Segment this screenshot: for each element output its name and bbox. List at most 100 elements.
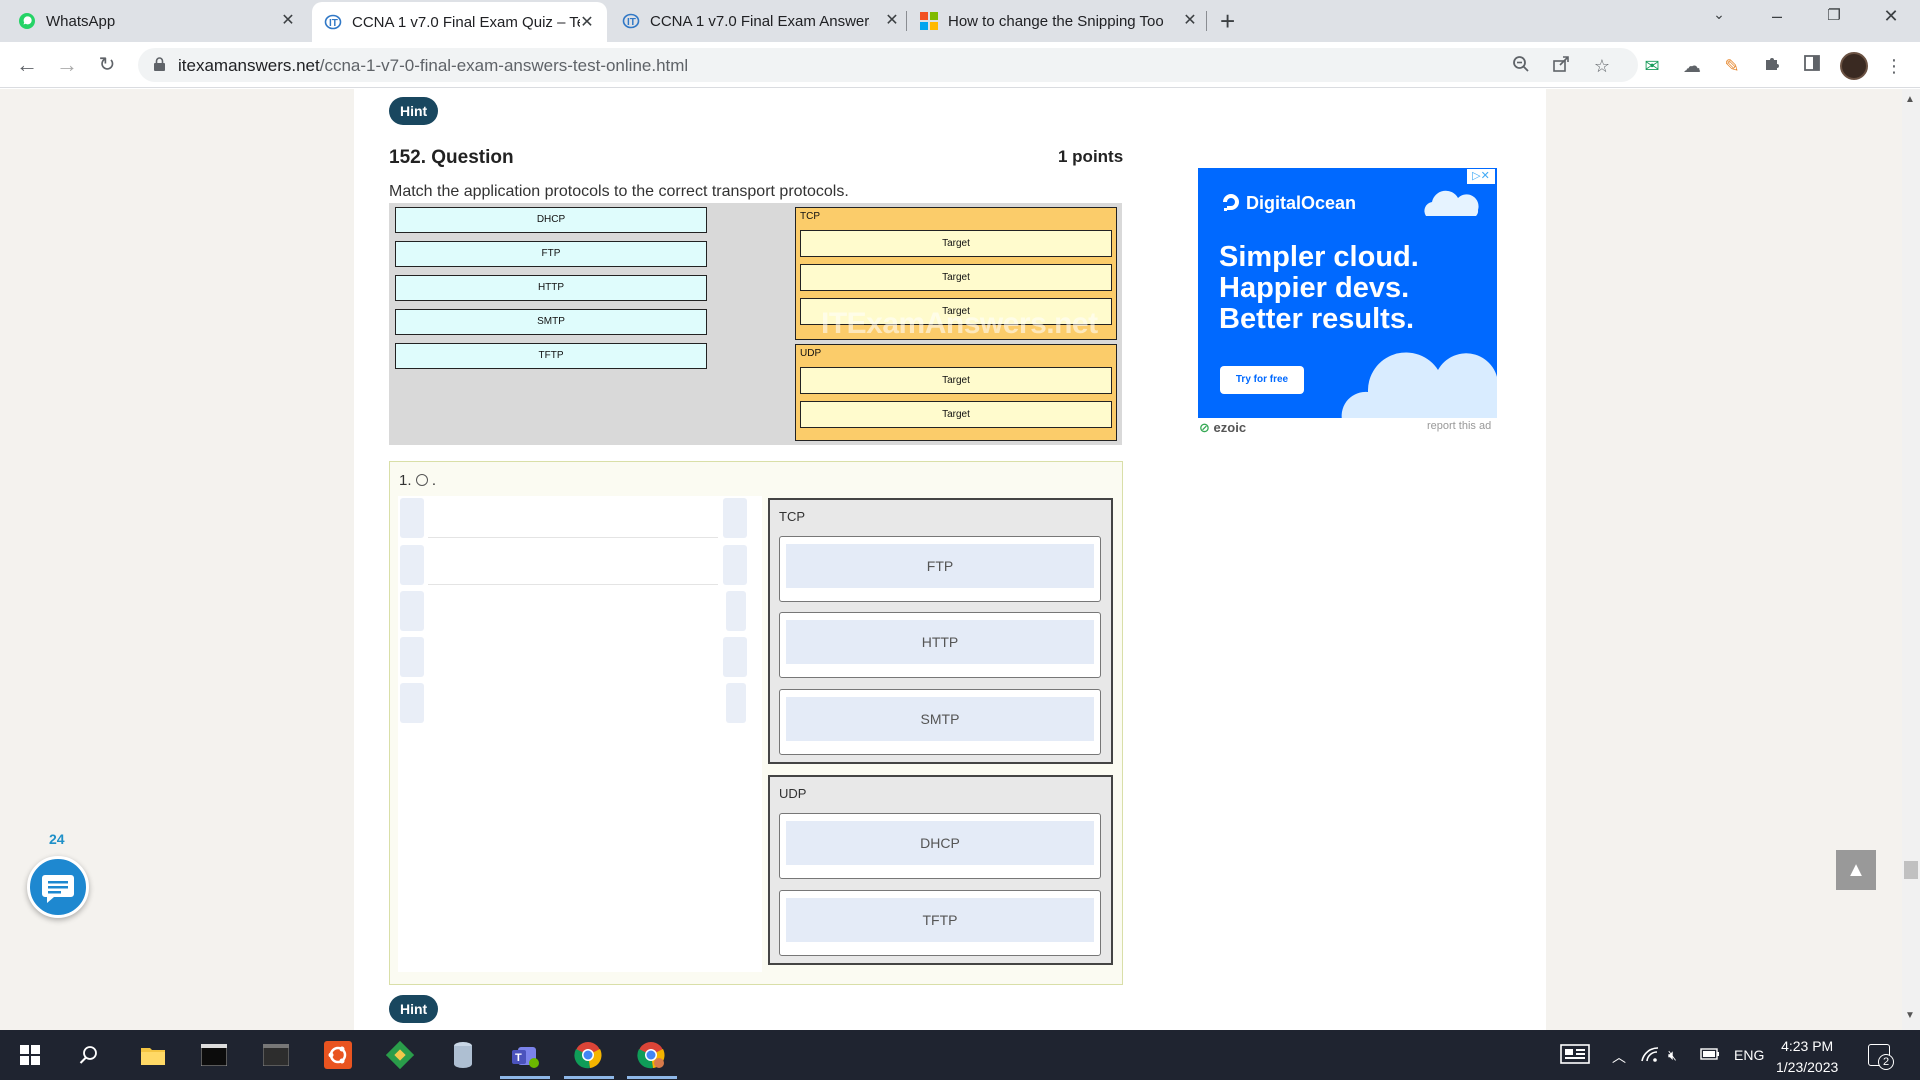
ad-choices-icon[interactable]: ▷✕ [1467, 169, 1495, 184]
empty-slot[interactable] [723, 545, 747, 585]
terminal-icon[interactable] [198, 1039, 230, 1071]
answer-item[interactable]: FTP [786, 544, 1094, 588]
tab-separator [1206, 11, 1207, 31]
empty-slot[interactable] [726, 591, 746, 631]
minimize-icon[interactable]: – [1762, 6, 1792, 27]
tab-ccna-answers[interactable]: IT CCNA 1 v7.0 Final Exam Answers ✕ [622, 0, 912, 42]
address-bar[interactable]: itexamanswers.net/ccna-1-v7-0-final-exam… [138, 48, 1638, 82]
window-close-icon[interactable]: ✕ [1876, 6, 1906, 27]
scrollbar[interactable] [1902, 89, 1920, 1030]
windows-start-icon[interactable] [14, 1039, 46, 1071]
close-icon[interactable]: ✕ [278, 11, 298, 31]
browser-toolbar: ← → ↻ itexamanswers.net/ccna-1-v7-0-fina… [0, 42, 1920, 88]
question-text: Match the application protocols to the c… [389, 183, 849, 200]
new-tab-button[interactable]: + [1220, 8, 1235, 34]
back-to-top-button[interactable]: ▲ [1836, 850, 1876, 890]
extension-mail-icon[interactable]: ✉ [1640, 54, 1664, 78]
empty-slot[interactable] [400, 545, 424, 585]
scroll-up-icon[interactable]: ▲ [1905, 94, 1915, 105]
empty-slot[interactable] [400, 591, 424, 631]
restore-icon[interactable]: ❐ [1819, 6, 1849, 24]
answer-number: 1. . [399, 472, 437, 489]
question-title: 152. Question [389, 147, 514, 168]
extensions-puzzle-icon[interactable] [1760, 54, 1784, 78]
extension-pen-icon[interactable]: ✎ [1720, 54, 1744, 78]
news-widget-icon[interactable] [1560, 1044, 1590, 1067]
volume-muted-icon[interactable]: 🔇︎ [1668, 1047, 1677, 1064]
profile-avatar[interactable] [1840, 52, 1868, 80]
empty-slot[interactable] [723, 637, 747, 677]
target-slot: Target [800, 264, 1112, 291]
empty-slot[interactable] [723, 498, 747, 538]
clock-time: 4:23 PM [1781, 1038, 1834, 1054]
udp-drop-zone: UDP DHCP TFTP [768, 775, 1113, 965]
notification-count: 2 [1878, 1054, 1894, 1070]
drop-target[interactable]: DHCP [779, 813, 1101, 879]
answer-item[interactable]: SMTP [786, 697, 1094, 741]
itexam-icon: IT [324, 13, 342, 31]
empty-slot[interactable] [726, 683, 746, 723]
file-explorer-icon[interactable] [137, 1039, 169, 1071]
wifi-icon[interactable] [1640, 1047, 1660, 1066]
radio-icon[interactable] [415, 474, 428, 486]
ezoic-label[interactable]: ⊘ ezoic [1199, 420, 1246, 436]
drop-target[interactable]: TFTP [779, 890, 1101, 956]
zoom-icon[interactable] [1510, 55, 1532, 77]
tab-ccna-quiz[interactable]: IT CCNA 1 v7.0 Final Exam Quiz – Te ✕ [312, 2, 607, 42]
svg-text:IT: IT [329, 18, 338, 29]
report-ad-link[interactable]: report this ad [1427, 420, 1491, 432]
hint-button[interactable]: Hint [389, 97, 439, 125]
chat-bubble-icon [42, 875, 74, 903]
ad-brand: DigitalOcean [1220, 191, 1356, 214]
chrome-profile-icon[interactable] [635, 1039, 667, 1071]
language-indicator[interactable]: ENG [1734, 1047, 1764, 1063]
answer-item[interactable]: TFTP [786, 898, 1094, 942]
hint-button[interactable]: Hint [389, 995, 439, 1023]
clock-date: 1/23/2023 [1776, 1059, 1839, 1075]
extension-cloud-icon[interactable]: ☁ [1680, 54, 1704, 78]
ad-cta-button[interactable]: Try for free [1220, 366, 1304, 394]
git-app-icon[interactable] [384, 1039, 416, 1071]
tray-overflow-icon[interactable]: ︿ [1612, 1047, 1626, 1067]
tab-title: CCNA 1 v7.0 Final Exam Answers [650, 12, 870, 30]
tab-search-icon[interactable]: ⌄ [1704, 6, 1734, 23]
drop-target[interactable]: SMTP [779, 689, 1101, 755]
share-icon[interactable] [1550, 55, 1572, 77]
command-prompt-icon[interactable] [260, 1039, 292, 1071]
advertisement[interactable]: ▷✕ DigitalOcean Simpler cloud. Happier d… [1198, 168, 1497, 418]
target-slot: Target [800, 401, 1112, 428]
empty-slot[interactable] [400, 637, 424, 677]
zone-label: TCP [779, 509, 805, 524]
close-icon[interactable]: ✕ [1180, 11, 1200, 31]
chrome-icon[interactable] [572, 1039, 604, 1071]
divider [428, 584, 718, 585]
tab-whatsapp[interactable]: WhatsApp ✕ [18, 0, 308, 42]
bookmark-star-icon[interactable]: ☆ [1591, 55, 1613, 77]
teams-icon[interactable]: T [509, 1039, 541, 1071]
tab-strip: WhatsApp ✕ IT CCNA 1 v7.0 Final Exam Qui… [0, 0, 1920, 42]
scrollbar-thumb[interactable] [1904, 861, 1918, 879]
close-icon[interactable]: ✕ [577, 13, 597, 33]
chat-button[interactable] [27, 856, 89, 918]
ubuntu-icon[interactable] [322, 1039, 354, 1071]
system-clock[interactable]: 4:23 PM 1/23/2023 [1776, 1036, 1838, 1078]
close-icon[interactable]: ✕ [882, 11, 902, 31]
tab-separator [906, 11, 907, 31]
database-icon[interactable] [447, 1039, 479, 1071]
answer-item[interactable]: HTTP [786, 620, 1094, 664]
back-icon[interactable]: ← [14, 52, 40, 78]
target-slot: Target [800, 367, 1112, 394]
empty-slot[interactable] [400, 683, 424, 723]
tab-snipping-tool[interactable]: How to change the Snipping Too ✕ [920, 0, 1210, 42]
empty-slot[interactable] [400, 498, 424, 538]
answer-item[interactable]: DHCP [786, 821, 1094, 865]
drop-target[interactable]: HTTP [779, 612, 1101, 678]
search-icon[interactable] [73, 1039, 105, 1071]
side-panel-icon[interactable] [1800, 54, 1824, 78]
battery-icon[interactable] [1700, 1047, 1720, 1063]
scroll-down-icon[interactable]: ▼ [1905, 1010, 1915, 1021]
reload-icon[interactable]: ↻ [94, 52, 120, 78]
drop-target[interactable]: FTP [779, 536, 1101, 602]
menu-icon[interactable]: ⋮ [1882, 54, 1906, 78]
forward-icon[interactable]: → [54, 52, 80, 78]
